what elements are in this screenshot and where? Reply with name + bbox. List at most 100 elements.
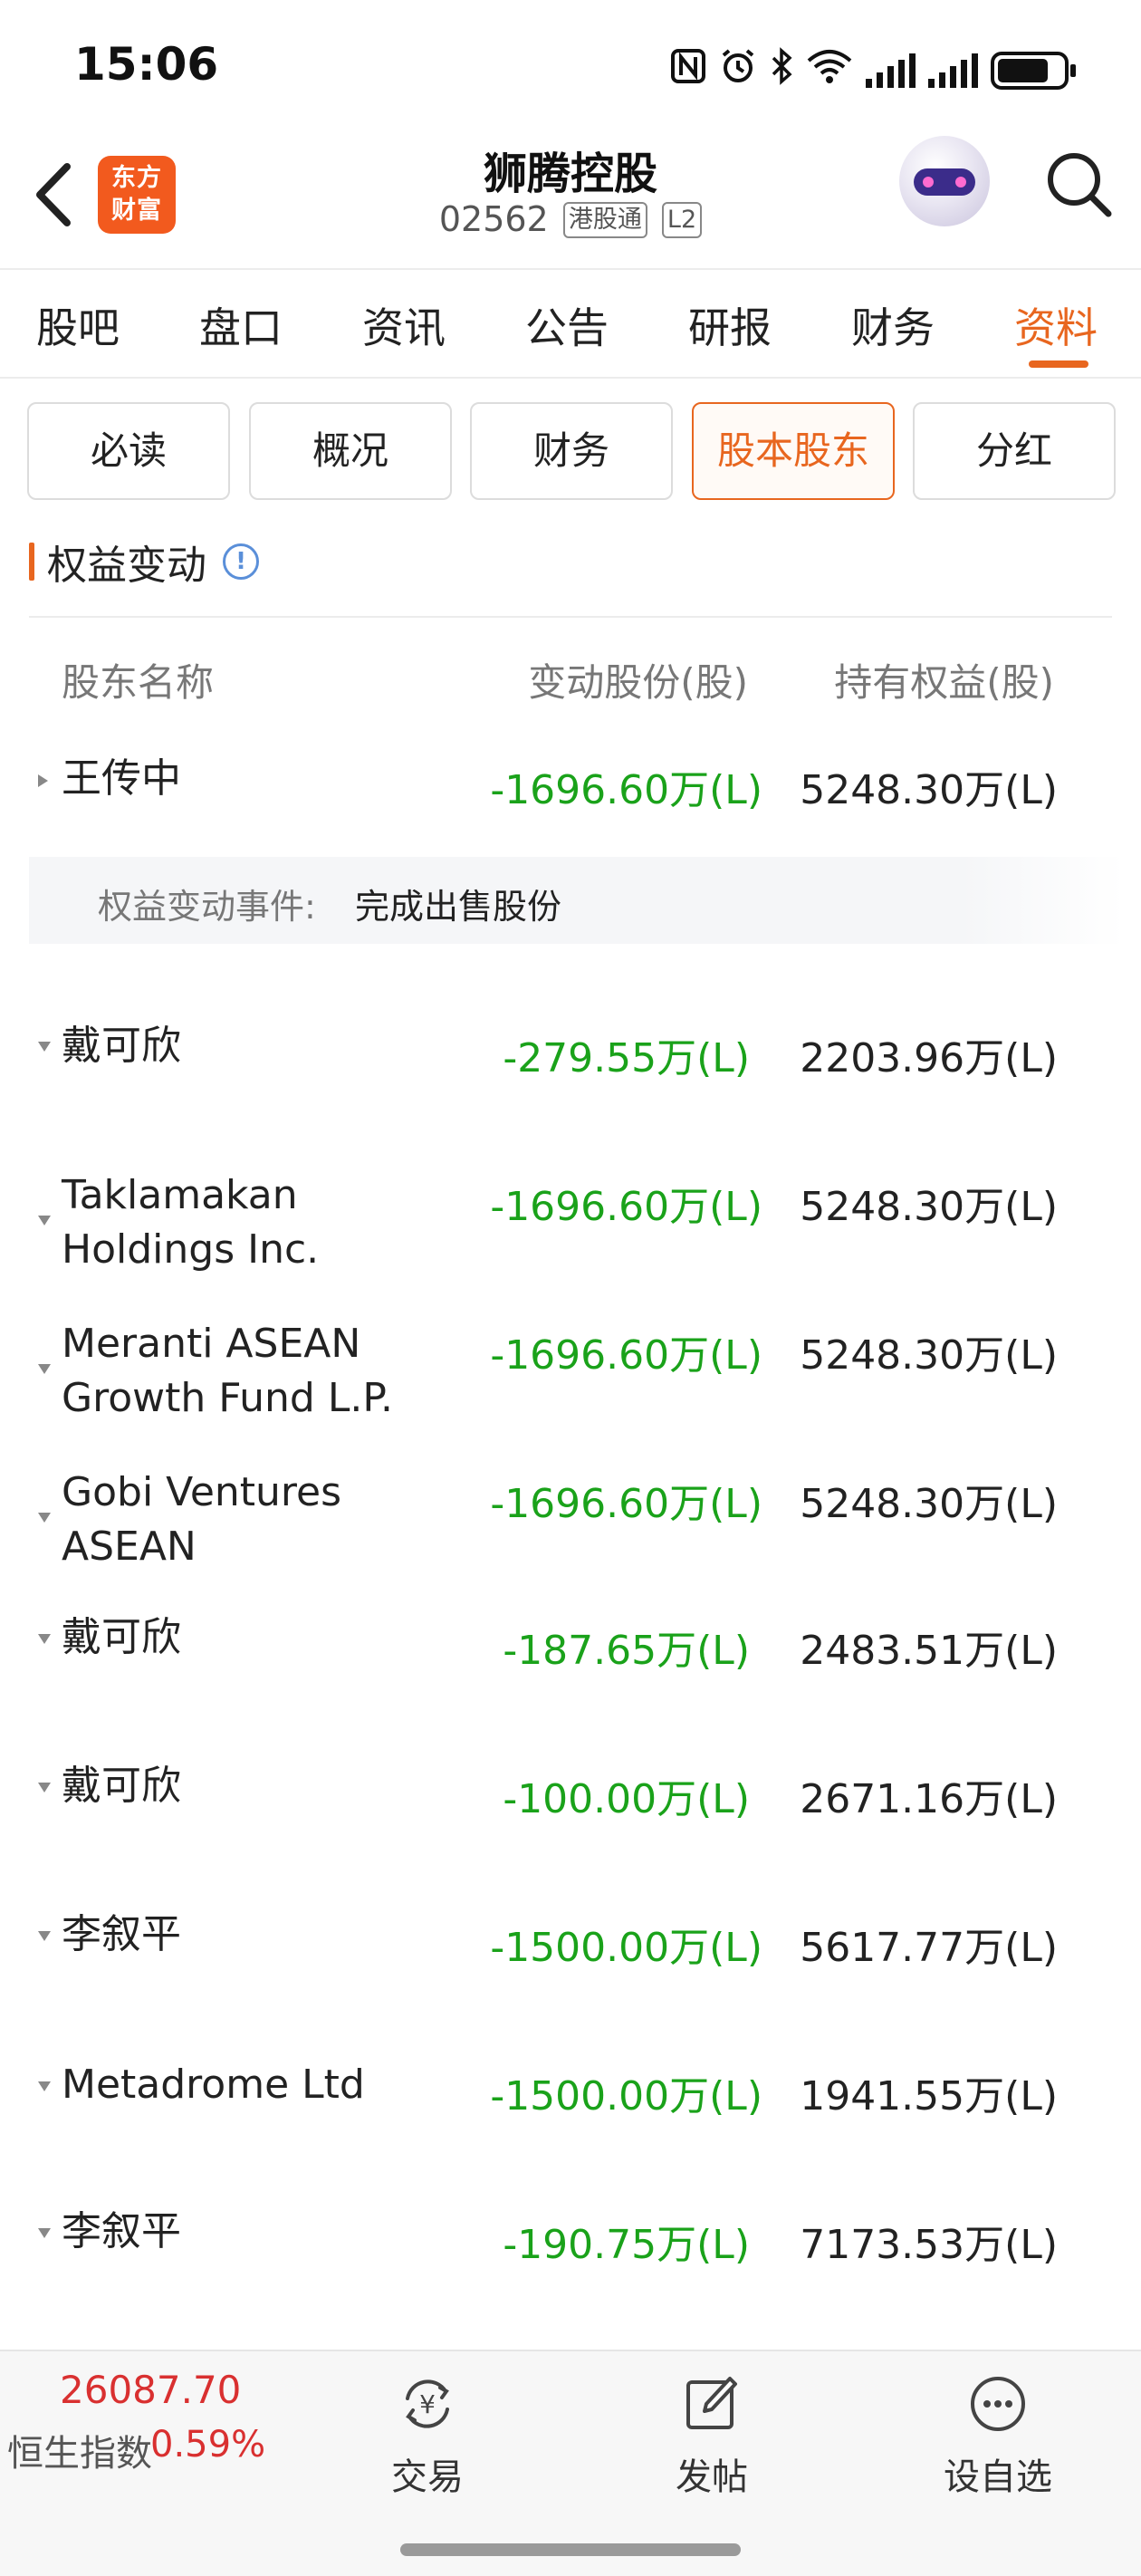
shareholder-name: 戴可欣 (62, 1023, 181, 1069)
connect-tag: 港股通 (562, 202, 647, 238)
shareholder-name: 戴可欣 (62, 1763, 181, 1809)
shareholder-name-line1: Taklamakan (62, 1172, 298, 1218)
change-shares: -100.00万(L) (503, 1776, 750, 1822)
holding-shares: 5248.30万(L) (800, 1184, 1058, 1230)
home-indicator[interactable] (400, 2543, 741, 2556)
caret-right-icon (38, 774, 48, 787)
change-shares: -1500.00万(L) (490, 1925, 762, 1971)
shareholder-name-line2: Growth Fund L.P. (62, 1375, 394, 1421)
caret-down-icon (38, 1783, 51, 1793)
column-header-name: 股东名称 (62, 660, 215, 705)
tab-pankou[interactable]: 盘口 (199, 295, 283, 355)
change-shares: -190.75万(L) (503, 2222, 750, 2268)
section-accent-bar (29, 543, 34, 581)
main-tabs: 股吧 盘口 资讯 公告 研报 财务 资料 (0, 272, 1141, 379)
index-percent: 0.59% (150, 2424, 266, 2465)
bottom-bar: 26087.70 恒生指数 0.59% ¥ 交易 发帖 设自选 (0, 2350, 1141, 2576)
tab-profile[interactable]: 资料 (1014, 295, 1098, 355)
event-label: 权益变动事件: (98, 887, 316, 927)
shareholder-name: 李叙平 (62, 1911, 181, 1957)
shareholder-name: 王传中 (62, 755, 181, 802)
bluetooth-icon (770, 47, 793, 93)
change-shares: -1696.60万(L) (490, 1332, 762, 1379)
caret-down-icon (38, 1042, 51, 1052)
alarm-icon (719, 47, 757, 93)
change-shares: -279.55万(L) (503, 1035, 750, 1081)
trade-label: 交易 (391, 2456, 464, 2498)
signal-icon-2 (928, 53, 978, 88)
active-tab-indicator (1029, 360, 1088, 368)
holding-shares: 5248.30万(L) (800, 767, 1058, 813)
index-name: 恒生指数 (7, 2433, 152, 2475)
subtab-dividend[interactable]: 分红 (913, 402, 1116, 500)
more-icon (971, 2377, 1025, 2431)
shareholder-name-line2: ASEAN (62, 1523, 197, 1570)
search-button[interactable] (1043, 149, 1116, 221)
change-shares: -1696.60万(L) (490, 1184, 762, 1230)
change-shares: -1696.60万(L) (490, 1481, 762, 1527)
shareholder-name-line2: Holdings Inc. (62, 1226, 320, 1273)
shareholder-name: Meranti ASEAN Growth Fund L.P. (62, 1317, 393, 1426)
shareholder-name-line1: Meranti ASEAN (62, 1321, 361, 1367)
holding-shares: 2671.16万(L) (800, 1776, 1058, 1822)
event-value: 完成出售股份 (355, 887, 562, 927)
shareholder-name: Metadrome Ltd (62, 2062, 365, 2108)
caret-down-icon (38, 1216, 51, 1226)
column-header-change: 变动股份(股) (528, 660, 748, 705)
status-bar: 15:06 (0, 0, 1141, 127)
column-header-holding: 持有权益(股) (834, 660, 1054, 705)
section-divider (29, 616, 1112, 618)
subtab-shareholders[interactable]: 股本股东 (692, 402, 895, 500)
trade-icon: ¥ (406, 2379, 449, 2428)
wifi-icon (806, 48, 853, 92)
search-icon (1048, 153, 1112, 217)
index-value: 26087.70 (60, 2368, 242, 2412)
subtab-finance[interactable]: 财务 (470, 402, 673, 500)
subtab-must-read[interactable]: 必读 (27, 402, 230, 500)
stock-code: 02562 (438, 199, 549, 239)
caret-down-icon (38, 2081, 51, 2091)
info-icon[interactable]: ! (223, 543, 259, 580)
nfc-icon (670, 48, 706, 92)
change-shares: -1696.60万(L) (490, 767, 762, 813)
tab-guba[interactable]: 股吧 (36, 295, 120, 355)
shareholder-name: 戴可欣 (62, 1614, 181, 1660)
holding-shares: 5617.77万(L) (800, 1925, 1058, 1971)
caret-down-icon (38, 1931, 51, 1941)
add-watchlist-button[interactable]: 设自选 (907, 2371, 1088, 2507)
robot-assistant-icon[interactable] (899, 136, 990, 226)
tab-news[interactable]: 资讯 (362, 295, 446, 355)
holding-shares: 7173.53万(L) (800, 2222, 1058, 2268)
tab-announcements[interactable]: 公告 (525, 295, 609, 355)
section-title: 权益变动 ! (29, 536, 259, 589)
change-shares: -187.65万(L) (503, 1628, 750, 1674)
battery-icon (991, 51, 1076, 90)
caret-down-icon (38, 1634, 51, 1644)
caret-down-icon (38, 1364, 51, 1374)
trade-button[interactable]: ¥ 交易 (337, 2371, 518, 2507)
section-title-text: 权益变动 (47, 543, 206, 589)
post-button[interactable]: 发帖 (621, 2371, 802, 2507)
svg-text:¥: ¥ (419, 2389, 436, 2419)
holding-shares: 5248.30万(L) (800, 1481, 1058, 1527)
tab-research[interactable]: 研报 (688, 295, 772, 355)
shareholder-name-line1: Gobi Ventures (62, 1469, 342, 1515)
level-tag: L2 (661, 202, 703, 238)
holding-shares: 1941.55万(L) (800, 2073, 1058, 2119)
subtab-overview[interactable]: 概况 (249, 402, 452, 500)
signal-icon (866, 53, 916, 88)
shareholder-name: Gobi Ventures ASEAN (62, 1466, 341, 1574)
holding-shares: 2483.51万(L) (800, 1628, 1058, 1674)
holding-shares: 5248.30万(L) (800, 1332, 1058, 1379)
shareholder-name: 李叙平 (62, 2208, 181, 2254)
sub-tabs: 必读 概况 财务 股本股东 分红 (0, 402, 1141, 500)
change-shares: -1500.00万(L) (490, 2073, 762, 2119)
shareholder-name: Taklamakan Holdings Inc. (62, 1168, 319, 1277)
status-time: 15:06 (74, 38, 219, 91)
stock-header: 东方 财富 狮腾控股 02562 港股通 L2 (0, 127, 1141, 270)
post-icon (686, 2377, 737, 2429)
add-watchlist-label: 设自选 (944, 2456, 1052, 2498)
status-icons (670, 47, 1076, 93)
tab-finance[interactable]: 财务 (851, 295, 935, 355)
caret-down-icon (38, 1513, 51, 1523)
